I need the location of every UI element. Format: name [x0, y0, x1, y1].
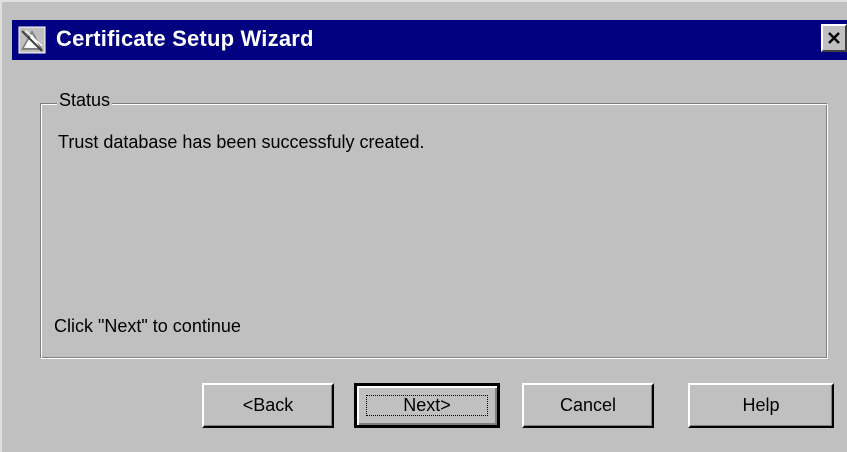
- help-button[interactable]: Help: [688, 383, 834, 428]
- cancel-button-label: Cancel: [559, 395, 617, 415]
- next-button[interactable]: Next>: [354, 383, 500, 428]
- back-button-label: <Back: [242, 395, 294, 415]
- certificate-wizard-icon: [18, 26, 46, 54]
- focus-rectangle: [366, 395, 488, 416]
- status-group-label: Status: [57, 90, 113, 111]
- continue-hint: Click "Next" to continue: [54, 316, 241, 336]
- help-button-label: Help: [742, 395, 780, 415]
- cancel-button[interactable]: Cancel: [522, 383, 654, 428]
- wizard-window: Certificate Setup Wizard Status Trust da…: [0, 0, 847, 452]
- close-button[interactable]: [821, 24, 847, 52]
- back-button[interactable]: <Back: [202, 383, 334, 428]
- window-title: Certificate Setup Wizard: [56, 26, 314, 51]
- title-bar[interactable]: Certificate Setup Wizard: [12, 20, 847, 60]
- status-message: Trust database has been successfuly crea…: [58, 132, 425, 152]
